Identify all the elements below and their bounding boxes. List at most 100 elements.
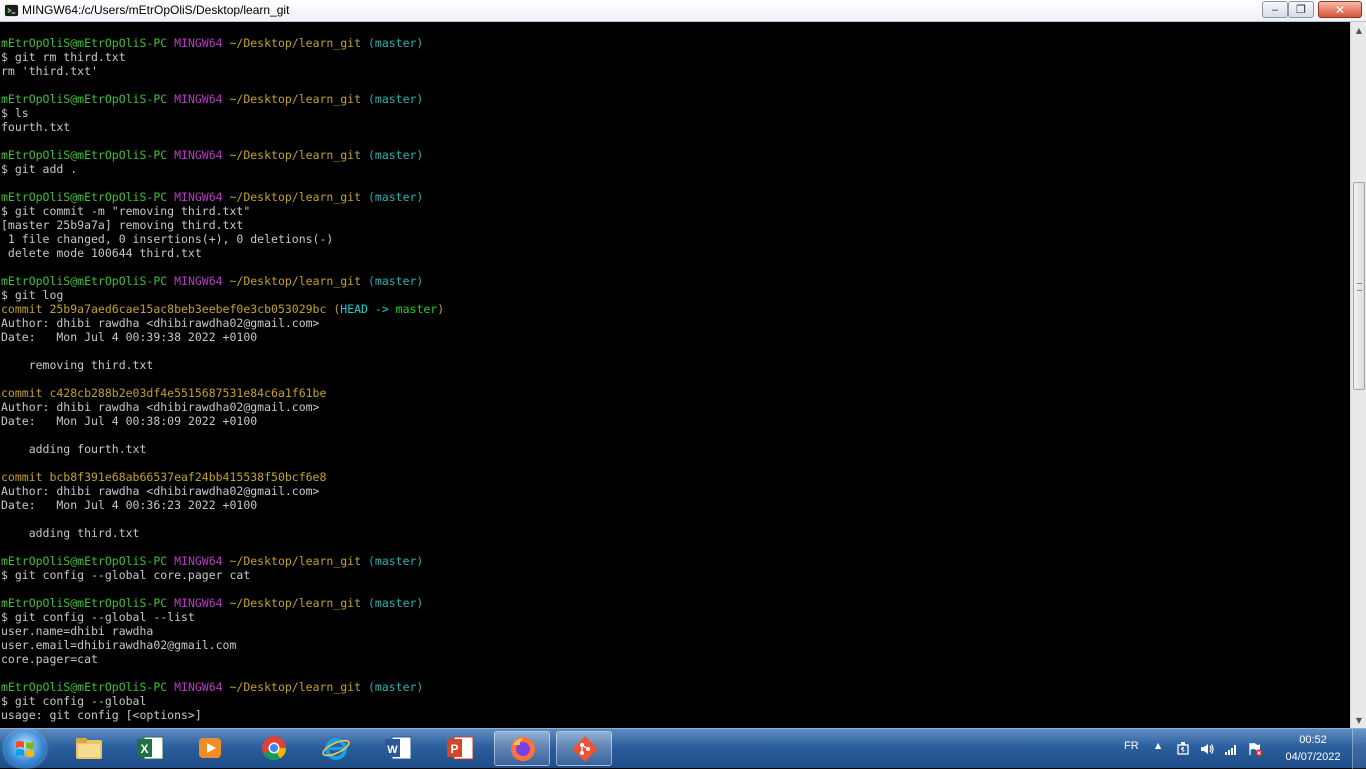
maximize-icon: ❐	[1296, 3, 1306, 16]
close-icon: ✕	[1334, 2, 1346, 17]
terminal-text: ~/Desktop/learn_git	[229, 148, 368, 162]
terminal-text: ~/Desktop/learn_git	[229, 554, 368, 568]
firefox-icon	[511, 737, 535, 761]
terminal-text: $ git config --global	[1, 694, 147, 708]
terminal-text: (master)	[367, 148, 424, 162]
terminal-text: commit c428cb288b2e03df4e5515687531e84c6…	[1, 386, 327, 400]
terminal-text: $ git config --global --list	[1, 610, 195, 624]
terminal-text: Date: Mon Jul 4 00:38:09 2022 +0100	[1, 414, 258, 428]
start-button[interactable]	[4, 730, 46, 768]
minimize-button[interactable]: ‒	[1262, 1, 1288, 18]
terminal-text: ~/Desktop/learn_git	[229, 36, 368, 50]
terminal-text: $ git commit -m "removing third.txt"	[1, 204, 251, 218]
terminal-line: user.email=dhibirawdha02@gmail.com	[1, 638, 444, 652]
arrow-up-icon: ▲	[1355, 25, 1363, 35]
arrow-down-icon: ▼	[1355, 715, 1363, 725]
taskbar-item-firefox[interactable]	[494, 731, 550, 766]
terminal-line: Date: Mon Jul 4 00:36:23 2022 +0100	[1, 498, 444, 512]
terminal-text: mEtrOpOliS@mEtrOpOliS-PC	[1, 148, 175, 162]
power-icon[interactable]	[1175, 741, 1191, 757]
terminal-text: commit 25b9a7aed6cae15ac8beb3eebef0e3cb0…	[1, 302, 334, 316]
terminal-line: $ git config --global	[1, 694, 444, 708]
terminal-line: Author: dhibi rawdha <dhibirawdha02@gmai…	[1, 316, 444, 330]
taskbar-item-chrome[interactable]	[246, 731, 302, 766]
scroll-thumb[interactable]	[1353, 182, 1365, 391]
terminal-text: mEtrOpOliS@mEtrOpOliS-PC	[1, 36, 175, 50]
clock-date[interactable]: 04/07/2022	[1282, 751, 1344, 763]
terminal-text: adding fourth.txt	[1, 442, 147, 456]
taskbar-item-internet-explorer[interactable]	[308, 731, 364, 766]
word-icon: W	[385, 736, 412, 760]
taskbar-item-explorer[interactable]	[61, 731, 117, 766]
terminal-line: mEtrOpOliS@mEtrOpOliS-PC MINGW64 ~/Deskt…	[1, 92, 444, 106]
terminal-text: mEtrOpOliS@mEtrOpOliS-PC	[1, 554, 175, 568]
terminal-text: $ git add .	[1, 162, 78, 176]
close-button[interactable]: ✕	[1318, 1, 1362, 18]
taskbar-item-powerpoint[interactable]: P	[432, 731, 488, 766]
taskbar-item-excel[interactable]: X	[122, 731, 178, 766]
action-center-flag-icon[interactable]	[1247, 741, 1263, 757]
terminal-line: mEtrOpOliS@mEtrOpOliS-PC MINGW64 ~/Deskt…	[1, 596, 444, 610]
svg-text:X: X	[140, 742, 148, 756]
scroll-up-button[interactable]: ▲	[1351, 22, 1366, 38]
terminal-text: ~/Desktop/learn_git	[229, 596, 368, 610]
terminal-text: (master)	[367, 92, 424, 106]
terminal-text: ~/Desktop/learn_git	[229, 274, 368, 288]
terminal-text: mEtrOpOliS@mEtrOpOliS-PC	[1, 92, 175, 106]
terminal-text: HEAD ->	[340, 302, 396, 316]
minimize-icon: ‒	[1271, 3, 1279, 16]
terminal-line: $ git commit -m "removing third.txt"	[1, 204, 444, 218]
show-desktop-button[interactable]	[1352, 729, 1366, 769]
terminal-line: mEtrOpOliS@mEtrOpOliS-PC MINGW64 ~/Deskt…	[1, 680, 444, 694]
language-indicator[interactable]: FR	[1124, 740, 1139, 752]
terminal-line: adding fourth.txt	[1, 442, 444, 456]
git-icon	[572, 736, 598, 762]
taskbar-item-git-bash[interactable]	[556, 731, 612, 766]
taskbar-item-word[interactable]: W	[370, 731, 426, 766]
scroll-down-button[interactable]: ▼	[1351, 712, 1366, 728]
terminal-text: $ git log	[1, 288, 64, 302]
terminal-text: $ git config --global core.pager cat	[1, 568, 251, 582]
show-hidden-icons-arrow[interactable]: ▲	[1155, 741, 1161, 750]
terminal-line: [master 25b9a7a] removing third.txt	[1, 218, 444, 232]
window-title-bar[interactable]: MINGW64:/c/Users/mEtrOpOliS/Desktop/lear…	[0, 0, 1366, 22]
powerpoint-icon: P	[447, 736, 474, 760]
terminal-text: )	[437, 302, 445, 316]
terminal-text: user.name=dhibi rawdha	[1, 624, 154, 638]
network-signal-icon[interactable]	[1223, 741, 1239, 757]
volume-icon[interactable]	[1199, 741, 1215, 757]
terminal-text: $ git rm third.txt	[1, 50, 126, 64]
terminal-line: adding third.txt	[1, 526, 444, 540]
terminal-text: MINGW64	[174, 148, 230, 162]
terminal-text: (master)	[367, 554, 424, 568]
terminal-line: commit c428cb288b2e03df4e5515687531e84c6…	[1, 386, 444, 400]
terminal-text: (master)	[367, 190, 424, 204]
terminal-text: MINGW64	[174, 680, 230, 694]
terminal-line: user.name=dhibi rawdha	[1, 624, 444, 638]
maximize-button[interactable]: ❐	[1288, 1, 1314, 18]
terminal-text: MINGW64	[174, 92, 230, 106]
terminal-text: ~/Desktop/learn_git	[229, 680, 368, 694]
terminal-text: fourth.txt	[1, 120, 71, 134]
vertical-scrollbar[interactable]: ▲ ▼	[1350, 22, 1366, 728]
terminal-line: Date: Mon Jul 4 00:38:09 2022 +0100	[1, 414, 444, 428]
terminal-text: $ ls	[1, 106, 29, 120]
terminal-line: Date: Mon Jul 4 00:39:38 2022 +0100	[1, 330, 444, 344]
terminal-text: [master 25b9a7a] removing third.txt	[1, 218, 244, 232]
taskbar-item-media-player[interactable]	[182, 731, 238, 766]
terminal-line: Author: dhibi rawdha <dhibirawdha02@gmai…	[1, 400, 444, 414]
terminal-line: Author: dhibi rawdha <dhibirawdha02@gmai…	[1, 484, 444, 498]
file-explorer-icon	[76, 738, 102, 759]
terminal-line: $ git rm third.txt	[1, 50, 444, 64]
clock-time[interactable]: 00:52	[1282, 734, 1344, 746]
terminal-line: mEtrOpOliS@mEtrOpOliS-PC MINGW64 ~/Deskt…	[1, 554, 444, 568]
terminal-text: (master)	[367, 36, 424, 50]
terminal-line: core.pager=cat	[1, 652, 444, 666]
terminal-output[interactable]: mEtrOpOliS@mEtrOpOliS-PC MINGW64 ~/Deskt…	[0, 22, 1350, 728]
